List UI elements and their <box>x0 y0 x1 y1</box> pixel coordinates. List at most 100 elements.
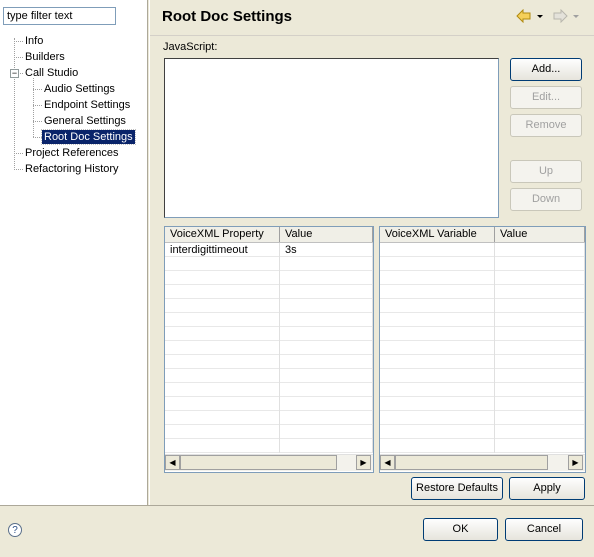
empty-cell <box>380 411 495 425</box>
page-header: Root Doc Settings <box>150 0 594 36</box>
empty-cell <box>165 411 280 425</box>
empty-cell <box>280 271 373 285</box>
empty-row <box>165 257 373 271</box>
back-dropdown-icon[interactable] <box>536 9 544 23</box>
empty-cell <box>380 271 495 285</box>
horizontal-scrollbar[interactable]: ◀ ▶ <box>165 454 373 471</box>
tree-line <box>14 41 23 42</box>
empty-row <box>165 299 373 313</box>
empty-row <box>165 439 373 453</box>
empty-cell <box>495 285 585 299</box>
tree-item-general-settings[interactable]: General Settings <box>44 114 126 128</box>
empty-row <box>380 355 585 369</box>
empty-cell <box>280 411 373 425</box>
tree-item-refactoring-history[interactable]: Refactoring History <box>25 162 119 176</box>
empty-cell <box>165 271 280 285</box>
empty-row <box>380 313 585 327</box>
tree-line <box>14 153 23 154</box>
empty-cell <box>380 327 495 341</box>
empty-row <box>380 243 585 257</box>
back-arrow-icon[interactable] <box>516 9 532 23</box>
empty-row <box>380 397 585 411</box>
empty-cell <box>165 341 280 355</box>
empty-row <box>165 355 373 369</box>
empty-cell <box>380 341 495 355</box>
tree-item-builders[interactable]: Builders <box>25 50 65 64</box>
empty-row <box>165 383 373 397</box>
restore-defaults-button[interactable]: Restore Defaults <box>411 477 503 500</box>
empty-cell <box>495 257 585 271</box>
empty-cell <box>280 383 373 397</box>
empty-row <box>380 411 585 425</box>
scroll-thumb[interactable] <box>395 455 548 470</box>
empty-cell <box>380 243 495 257</box>
empty-cell <box>380 425 495 439</box>
empty-cell <box>495 327 585 341</box>
tree-item-endpoint-settings[interactable]: Endpoint Settings <box>44 98 130 112</box>
empty-cell <box>495 355 585 369</box>
empty-cell <box>380 313 495 327</box>
properties-table[interactable]: VoiceXML Property Value interdigittimeou… <box>164 226 374 473</box>
empty-cell <box>495 243 585 257</box>
dialog-button-bar: ? OK Cancel <box>0 505 594 557</box>
tree-item-call-studio[interactable]: Call Studio <box>25 66 78 80</box>
remove-button[interactable]: Remove <box>510 114 582 137</box>
settings-panel: Root Doc Settings JavaScript: Add... Edi… <box>149 0 594 505</box>
empty-row <box>380 299 585 313</box>
cancel-button[interactable]: Cancel <box>505 518 583 541</box>
tree-line <box>33 121 42 122</box>
variables-table[interactable]: VoiceXML Variable Value ◀ ▶ <box>379 226 586 473</box>
help-icon[interactable]: ? <box>8 523 22 537</box>
scroll-left-icon[interactable]: ◀ <box>380 455 395 470</box>
property-cell: interdigittimeout <box>165 243 280 257</box>
column-header-value[interactable]: Value <box>280 227 373 242</box>
empty-cell <box>280 285 373 299</box>
add-button[interactable]: Add... <box>510 58 582 81</box>
scroll-left-icon[interactable]: ◀ <box>165 455 180 470</box>
empty-cell <box>280 299 373 313</box>
empty-cell <box>380 397 495 411</box>
tree-item-info[interactable]: Info <box>25 34 43 48</box>
edit-button[interactable]: Edit... <box>510 86 582 109</box>
empty-cell <box>380 257 495 271</box>
tree-item-root-doc-settings[interactable]: Root Doc Settings <box>41 129 136 145</box>
scroll-thumb[interactable] <box>180 455 337 470</box>
ok-button[interactable]: OK <box>423 518 498 541</box>
javascript-list[interactable] <box>164 58 499 218</box>
empty-cell <box>165 397 280 411</box>
column-header-property[interactable]: VoiceXML Property <box>165 227 280 242</box>
empty-cell <box>165 257 280 271</box>
empty-cell <box>495 341 585 355</box>
empty-cell <box>280 425 373 439</box>
apply-button[interactable]: Apply <box>509 477 585 500</box>
tree-pane: − Info Builders Call Studio Audio Settin… <box>0 0 148 505</box>
empty-cell <box>280 397 373 411</box>
tree-item-audio-settings[interactable]: Audio Settings <box>44 82 115 96</box>
scroll-right-icon[interactable]: ▶ <box>568 455 583 470</box>
column-header-variable[interactable]: VoiceXML Variable <box>380 227 495 242</box>
empty-row <box>165 425 373 439</box>
value-cell: 3s <box>280 243 373 257</box>
empty-cell <box>495 425 585 439</box>
empty-row <box>165 285 373 299</box>
empty-cell <box>165 383 280 397</box>
column-header-value[interactable]: Value <box>495 227 585 242</box>
empty-row <box>380 341 585 355</box>
down-button[interactable]: Down <box>510 188 582 211</box>
collapse-icon[interactable]: − <box>10 69 19 78</box>
empty-row <box>380 369 585 383</box>
empty-cell <box>495 271 585 285</box>
empty-cell <box>280 257 373 271</box>
forward-dropdown-icon <box>573 15 579 18</box>
empty-cell <box>165 439 280 453</box>
horizontal-scrollbar[interactable]: ◀ ▶ <box>380 454 585 471</box>
up-button[interactable]: Up <box>510 160 582 183</box>
tree-item-project-references[interactable]: Project References <box>25 146 119 160</box>
scroll-right-icon[interactable]: ▶ <box>356 455 371 470</box>
empty-cell <box>280 327 373 341</box>
table-row[interactable]: interdigittimeout 3s <box>165 243 373 257</box>
filter-input[interactable] <box>3 7 116 25</box>
tree-line <box>33 78 34 137</box>
empty-row <box>380 439 585 453</box>
empty-cell <box>380 383 495 397</box>
